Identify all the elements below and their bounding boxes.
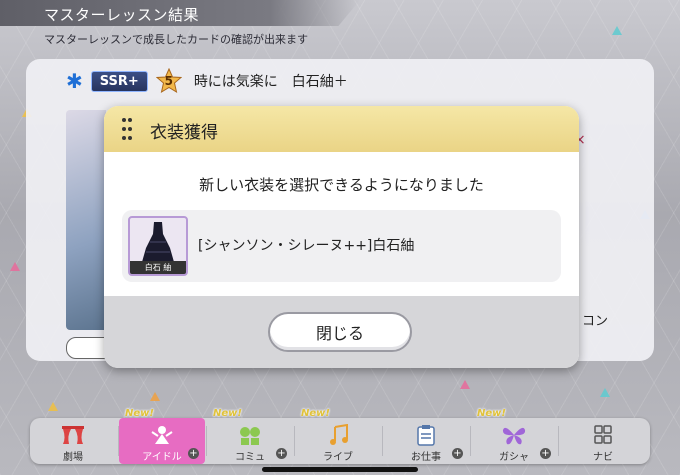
costume-owner-label: 白石 紬 xyxy=(130,261,186,274)
rank-star-icon: 5 xyxy=(155,68,182,94)
costume-name: [シャンソン・シレーヌ++]白石紬 xyxy=(198,238,415,254)
nav-item-theater[interactable]: 劇場 xyxy=(30,418,116,464)
nav-label: ナビ xyxy=(593,452,613,463)
page-subtitle: マスターレッスンで成長したカードの確認が出来ます xyxy=(44,33,308,46)
nav-item-commu[interactable]: New! コミュ + xyxy=(207,408,293,464)
nav-item-idol[interactable]: New! アイドル + xyxy=(119,408,205,464)
new-badge: New! xyxy=(477,408,506,419)
peek-text: コン xyxy=(582,314,609,329)
new-badge: New! xyxy=(125,408,154,419)
nav-label: ライブ xyxy=(323,452,353,463)
commu-icon xyxy=(240,427,260,445)
live-music-icon xyxy=(330,424,348,445)
nav-item-gacha[interactable]: New! ガシャ + xyxy=(471,408,557,464)
rank-number: 5 xyxy=(164,74,173,88)
confetti xyxy=(48,402,58,411)
page-title: マスターレッスン結果 xyxy=(44,6,200,24)
plus-icon: + xyxy=(188,448,199,459)
new-badge: New! xyxy=(213,408,242,419)
confetti xyxy=(10,262,20,271)
costume-acquired-dialog: 衣装獲得 新しい衣装を選択できるようになりました 白石 紬 [シャンソン・シレー… xyxy=(104,106,579,368)
dialog-header: 衣装獲得 xyxy=(104,106,579,152)
theater-curtain-icon xyxy=(62,426,84,444)
bottom-nav: 劇場 New! アイドル + New! コミュ + New! ライブ お仕事 +… xyxy=(30,408,650,464)
close-button[interactable]: 閉じる xyxy=(268,312,412,352)
nav-label: 劇場 xyxy=(63,452,83,463)
snowflake-icon: ✱ xyxy=(66,69,83,93)
plus-icon: + xyxy=(540,448,551,459)
card-toggle-button[interactable] xyxy=(66,337,108,359)
dialog-title: 衣装獲得 xyxy=(150,123,218,143)
confetti xyxy=(612,26,622,35)
plus-icon: + xyxy=(452,448,463,459)
grip-icon xyxy=(122,118,132,140)
nav-item-work[interactable]: お仕事 + xyxy=(383,418,469,464)
nav-item-live[interactable]: New! ライブ xyxy=(295,408,381,464)
plus-icon: + xyxy=(276,448,287,459)
nav-item-navi[interactable]: ナビ xyxy=(559,418,647,464)
new-badge: New! xyxy=(301,408,330,419)
dialog-message: 新しい衣装を選択できるようになりました xyxy=(199,176,484,194)
navi-grid-icon xyxy=(594,425,612,444)
idol-icon xyxy=(151,426,173,444)
costume-thumbnail: 白石 紬 xyxy=(128,216,188,276)
card-name: 時には気楽に 白石紬＋ xyxy=(193,74,348,90)
card-info-row: ✱ SSR+ 5 時には気楽に 白石紬＋ xyxy=(66,68,348,94)
gacha-butterfly-icon xyxy=(502,427,526,445)
rarity-badge: SSR+ xyxy=(90,70,148,92)
confetti xyxy=(600,388,610,397)
card-illustration xyxy=(66,110,106,330)
costume-item: 白石 紬 [シャンソン・シレーヌ++]白石紬 xyxy=(122,210,561,282)
confetti xyxy=(460,380,470,389)
home-indicator[interactable] xyxy=(262,467,418,472)
work-clipboard-icon xyxy=(417,425,435,446)
confetti xyxy=(150,392,160,401)
dialog-footer: 閉じる xyxy=(104,296,579,368)
